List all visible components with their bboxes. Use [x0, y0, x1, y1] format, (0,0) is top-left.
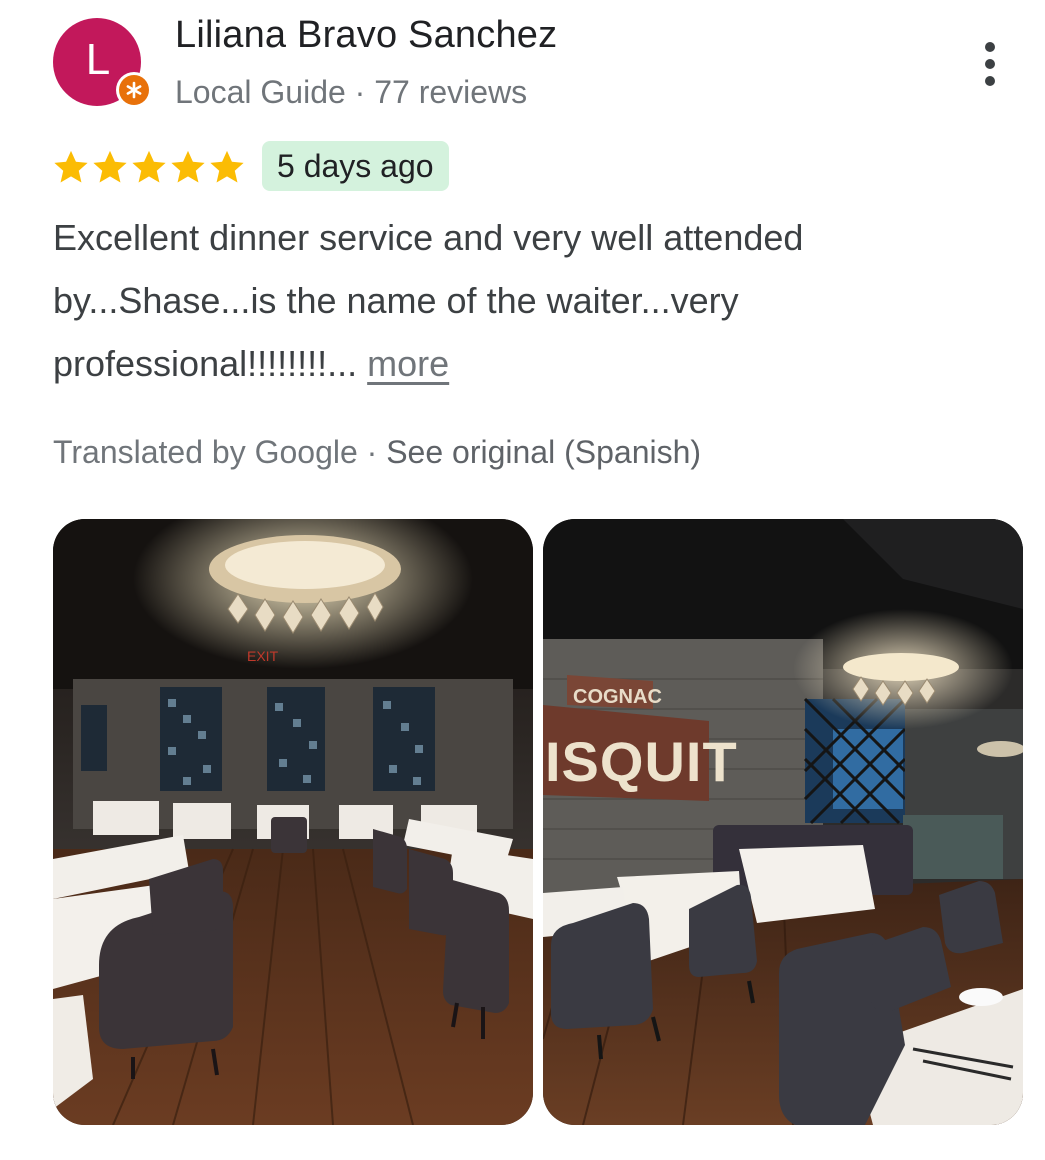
sign-text-top: COGNAC — [573, 686, 662, 708]
star-icon — [132, 150, 166, 183]
see-original-link[interactable]: See original (Spanish) — [386, 434, 701, 470]
review-text: Excellent dinner service and very well a… — [53, 206, 953, 395]
more-vert-icon[interactable] — [966, 38, 1014, 90]
translated-by-label: Translated by Google — [53, 434, 358, 470]
dining-room-photo: COGNAC ISQUIT — [543, 519, 1023, 1125]
exit-sign: EXIT — [247, 648, 279, 664]
avatar-letter: L — [85, 35, 111, 84]
review-date-chip: 5 days ago — [262, 141, 449, 191]
reviewer-meta: Local Guide · 77 reviews — [175, 74, 528, 110]
review-card: L Liliana Bravo Sanchez Local Guide · 77… — [0, 0, 1045, 1160]
menu-dot — [985, 59, 995, 69]
more-link[interactable]: more — [367, 343, 449, 384]
review-photo-1[interactable]: EXIT — [53, 519, 533, 1125]
reviewer-name[interactable]: Liliana Bravo Sanchez — [175, 14, 557, 57]
star-rating — [52, 148, 246, 186]
sign-text-main: ISQUIT — [545, 730, 738, 793]
star-icon — [93, 150, 127, 183]
menu-dot — [985, 76, 995, 86]
review-photo-2[interactable]: COGNAC ISQUIT — [543, 519, 1023, 1125]
dining-room-photo: EXIT — [53, 519, 533, 1125]
local-guide-badge — [116, 72, 152, 108]
translation-note: Translated by Google · See original (Spa… — [53, 434, 701, 471]
star-icon — [54, 150, 88, 183]
menu-dot — [985, 42, 995, 52]
translation-separator: · — [366, 434, 378, 470]
star-icon — [171, 150, 205, 183]
star-icon — [210, 150, 244, 183]
local-guide-star-icon — [119, 75, 149, 105]
